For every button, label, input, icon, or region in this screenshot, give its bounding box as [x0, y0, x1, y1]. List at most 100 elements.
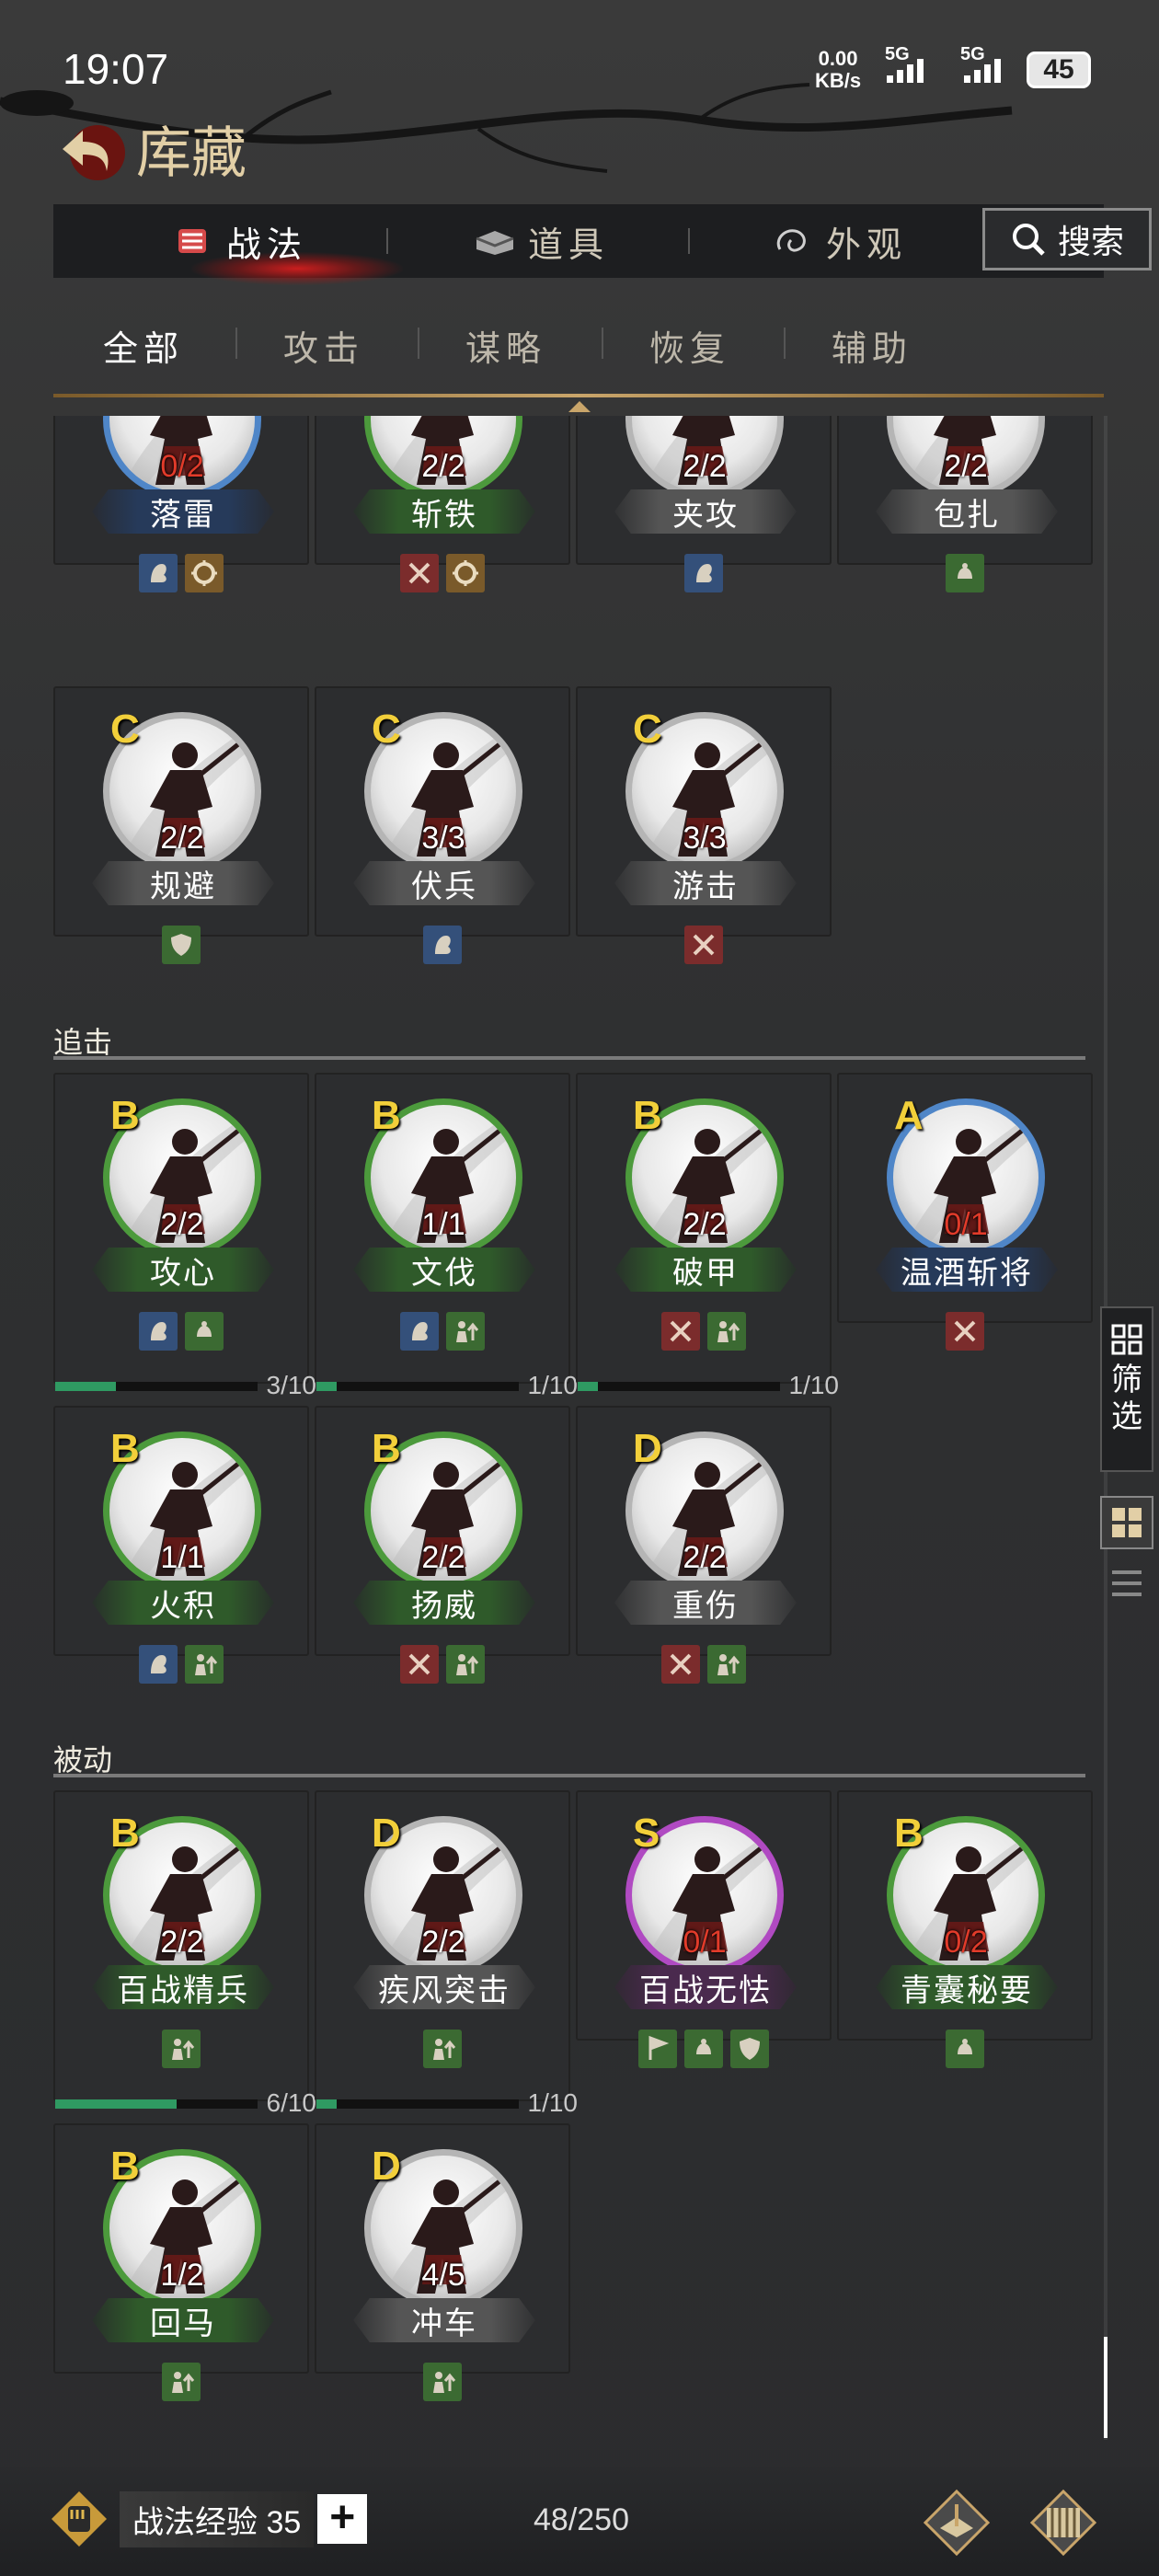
buff-icon	[707, 1312, 746, 1351]
strategy-icon	[139, 554, 178, 592]
progress-text: 1/10	[527, 1371, 579, 1399]
tactic-count: 2/2	[421, 1925, 465, 1960]
subtab-strategy[interactable]: 谋略	[465, 320, 546, 371]
tab-divider	[53, 394, 1104, 397]
tab-appearance[interactable]: 外观	[771, 204, 907, 278]
tactic-grade: B	[110, 1811, 140, 1856]
tactic-card[interactable]: 4/5 D 冲车	[315, 2123, 570, 2401]
tab-label: 战法	[226, 225, 308, 265]
tactic-card[interactable]: 2/2 B 破甲 1/10	[576, 1073, 839, 1399]
tactic-name: 扬威	[353, 1581, 535, 1625]
tactic-tags	[316, 2363, 568, 2401]
tactic-count: 3/3	[683, 821, 727, 856]
attack-icon	[946, 1312, 984, 1351]
filter-label: 筛选	[1111, 1363, 1142, 1434]
appearance-swirl-icon	[776, 229, 806, 252]
tactic-card[interactable]: 0/1 A 温酒斩将	[837, 1073, 1093, 1351]
filter-button[interactable]: 筛选	[1100, 1306, 1153, 1472]
tactic-card[interactable]: 2/2B斩铁	[315, 416, 570, 592]
tactic-tags	[578, 554, 830, 592]
tactic-card[interactable]: 1/1 B 文伐 1/10	[315, 1073, 578, 1399]
tactic-card[interactable]: 2/2 B 百战精兵 6/10	[53, 1790, 316, 2117]
grid-view-icon	[1112, 1508, 1142, 1537]
tactic-count: 0/1	[683, 1925, 727, 1960]
tactic-card[interactable]: 0/1 S 百战无怯	[576, 1790, 832, 2068]
tactic-name: 落雷	[92, 489, 274, 534]
tactic-name: 重伤	[614, 1581, 797, 1625]
upgrade-book-icon[interactable]	[920, 2486, 993, 2559]
tactic-grade: B	[633, 1093, 662, 1138]
subtab-recovery[interactable]: 恢复	[649, 320, 730, 371]
filter-grid-icon	[1111, 1324, 1142, 1355]
items-chest-icon	[476, 231, 514, 255]
add-exp-button[interactable]: +	[317, 2494, 368, 2544]
back-arrow-icon[interactable]	[55, 118, 129, 182]
progress-fill	[316, 2099, 337, 2109]
tactic-card[interactable]: 2/2 D 疾风突击 1/10	[315, 1790, 578, 2117]
tactic-card[interactable]: 0/2 B 青囊秘要	[837, 1790, 1093, 2068]
tactic-grade: D	[372, 2144, 401, 2189]
tactic-card[interactable]: 2/2 B 扬威	[315, 1406, 570, 1684]
heal-icon	[946, 554, 984, 592]
gear-icon	[446, 554, 485, 592]
tactic-card[interactable]: 2/2C包扎	[837, 416, 1093, 592]
tactic-grade: B	[372, 1093, 401, 1138]
signal-icon	[964, 59, 1001, 83]
tactic-tags	[578, 1312, 830, 1351]
tactic-progress: 6/10	[55, 2088, 316, 2117]
tab-tactics[interactable]: 战法	[171, 204, 307, 278]
list-view-toggle[interactable]	[1100, 1557, 1153, 1610]
progress-fill	[55, 1382, 116, 1391]
tactic-card[interactable]: 0/2A落雷	[53, 416, 309, 592]
scroll-case-icon[interactable]	[1027, 2486, 1100, 2559]
tactic-count: 1/1	[160, 1540, 204, 1575]
tactic-card[interactable]: 2/2C夹攻	[576, 416, 832, 592]
tactic-portrait: 2/2	[364, 416, 522, 499]
tactic-count: 2/2	[421, 1540, 465, 1575]
buff-icon	[423, 2030, 462, 2068]
attack-icon	[400, 554, 439, 592]
subtab-attack[interactable]: 攻击	[283, 320, 364, 371]
attack-icon	[661, 1312, 700, 1351]
progress-fill	[316, 1382, 337, 1391]
tactic-card[interactable]: 3/3 C 游击	[576, 686, 832, 964]
tactic-grade: D	[633, 1426, 662, 1471]
tactic-card[interactable]: 2/2 C 规避	[53, 686, 309, 964]
tab-items[interactable]: 道具	[473, 204, 609, 278]
search-icon	[1012, 224, 1045, 256]
tactic-count: 2/2	[683, 1207, 727, 1242]
subtab-all[interactable]: 全部	[103, 320, 184, 371]
tactic-count: 0/2	[160, 449, 204, 484]
tactic-count: 2/2	[160, 1925, 204, 1960]
subtab-support[interactable]: 辅助	[832, 320, 912, 371]
tactic-grade: C	[633, 707, 662, 752]
capacity-count: 48/250	[534, 2502, 629, 2537]
tactic-count: 2/2	[160, 1207, 204, 1242]
tactic-tags	[55, 2363, 307, 2401]
tactic-count: 2/2	[683, 1540, 727, 1575]
tactic-count: 2/2	[683, 449, 727, 484]
tactics-grid: 追击 被动 0/2A落雷2/2B斩铁2/2C夹攻2/2C包扎2/2C规避3/3C…	[53, 416, 1104, 2438]
tactic-grade: B	[110, 2144, 140, 2189]
grid-view-toggle[interactable]	[1100, 1496, 1153, 1549]
tactic-card[interactable]: 1/1 B 火积	[53, 1406, 309, 1684]
section-divider	[53, 1774, 1085, 1777]
tactic-tags	[316, 926, 568, 964]
tactic-progress: 3/10	[55, 1371, 316, 1399]
attack-icon	[661, 1645, 700, 1684]
scrollbar-thumb[interactable]	[1104, 2337, 1107, 2438]
tactic-name: 夹攻	[614, 489, 797, 534]
search-button[interactable]: 搜索	[982, 208, 1152, 270]
buff-icon	[423, 2363, 462, 2401]
heal-icon	[684, 2030, 723, 2068]
tactic-card[interactable]: 2/2 B 攻心 3/10	[53, 1073, 316, 1399]
gear-icon	[185, 554, 224, 592]
tactic-tags	[316, 2030, 568, 2068]
progress-bar	[55, 2099, 258, 2109]
tactic-grade: B	[894, 1811, 924, 1856]
tactic-card[interactable]: 1/2 B 回马	[53, 2123, 309, 2401]
tactic-grade: B	[372, 1426, 401, 1471]
progress-bar	[578, 1382, 780, 1391]
tactic-card[interactable]: 2/2 D 重伤	[576, 1406, 832, 1684]
tactic-card[interactable]: 3/3 C 伏兵	[315, 686, 570, 964]
